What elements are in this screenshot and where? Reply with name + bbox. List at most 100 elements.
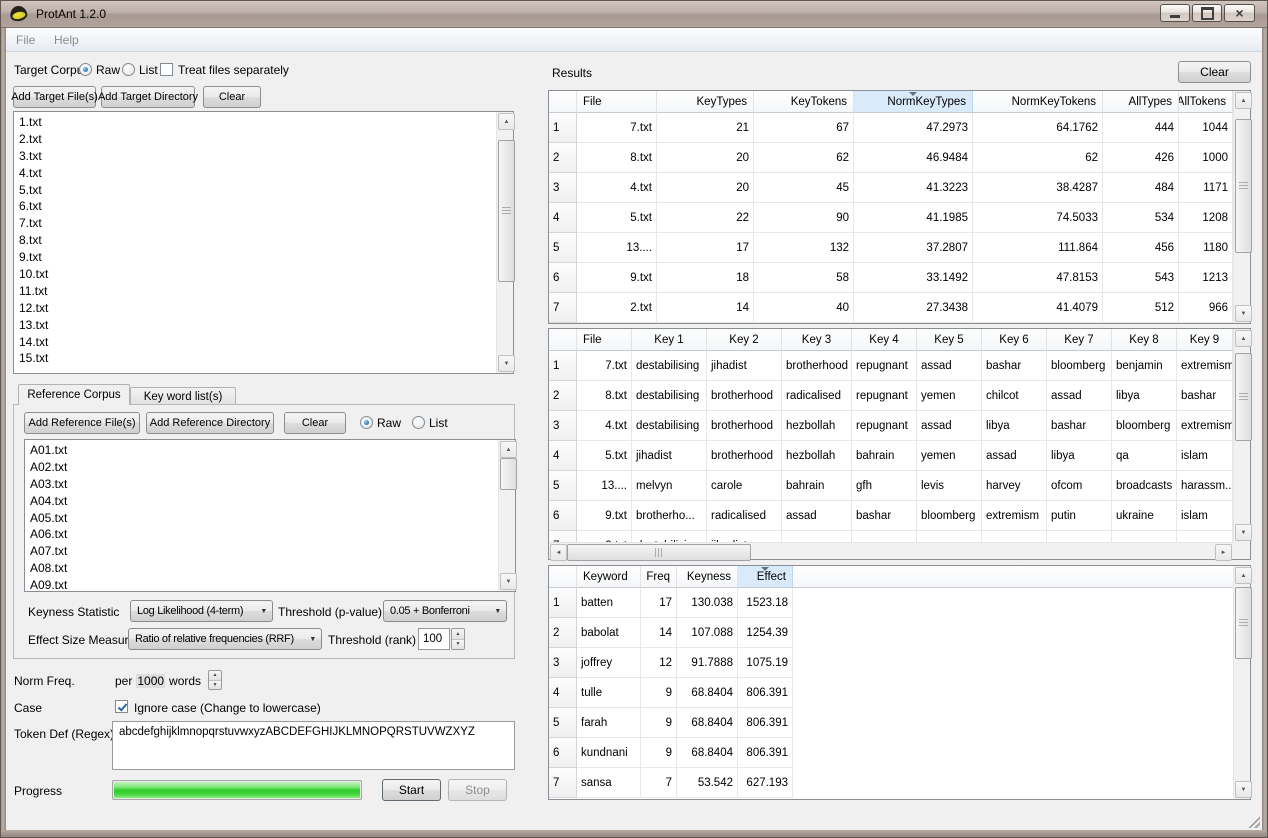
table-cell[interactable]: harassm... (1177, 471, 1233, 501)
row-number[interactable]: 3 (549, 173, 577, 203)
column-header[interactable]: Key 2 (707, 329, 782, 351)
table-cell[interactable]: 4.txt (577, 173, 657, 203)
reference-list-radio[interactable] (412, 416, 425, 429)
norm-freq-field[interactable]: per 1000 words (115, 672, 201, 690)
row-number[interactable]: 5 (549, 471, 577, 501)
add-target-files-button[interactable]: Add Target File(s) (13, 86, 96, 108)
files-table-scrollbar[interactable]: ▲ ▼ (1233, 91, 1250, 323)
table-cell[interactable]: repugnant (852, 351, 917, 381)
results-clear-button[interactable]: Clear (1178, 61, 1251, 83)
table-cell[interactable]: 41.1985 (854, 203, 973, 233)
minimize-button[interactable] (1160, 4, 1190, 22)
ignore-case-label[interactable]: Ignore case (Change to lowercase) (134, 701, 321, 715)
column-header[interactable]: Keyness (677, 566, 738, 588)
table-cell[interactable]: bashar (1047, 411, 1112, 441)
reference-clear-button[interactable]: Clear (284, 412, 346, 434)
table-cell[interactable]: hezbollah (782, 411, 852, 441)
table-cell[interactable]: 33.1492 (854, 263, 973, 293)
table-cell[interactable]: assad (1047, 381, 1112, 411)
table-cell-empty[interactable] (793, 738, 1233, 768)
file-list-item[interactable]: A06.txt (26, 526, 497, 543)
file-list-item[interactable]: A03.txt (26, 476, 497, 493)
file-list-item[interactable]: A05.txt (26, 510, 497, 527)
table-cell[interactable]: bashar (982, 351, 1047, 381)
scrollbar-thumb[interactable] (1235, 587, 1252, 659)
table-cell[interactable]: 1044 (1179, 113, 1233, 143)
table-cell[interactable]: 14 (641, 618, 677, 648)
table-cell[interactable]: 456 (1103, 233, 1179, 263)
column-header[interactable]: Freq (641, 566, 677, 588)
table-cell[interactable]: 46.9484 (854, 143, 973, 173)
table-cell[interactable]: 20 (657, 173, 754, 203)
table-row[interactable]: 28.txt206246.9484624261000 (549, 143, 1250, 173)
row-number[interactable]: 4 (549, 678, 577, 708)
table-cell[interactable]: 38.4287 (973, 173, 1103, 203)
table-cell[interactable]: 1000 (1179, 143, 1233, 173)
threshold-rank-stepper[interactable]: ▲ ▼ (451, 628, 465, 650)
row-number[interactable]: 4 (549, 203, 577, 233)
table-cell[interactable]: 1208 (1179, 203, 1233, 233)
reference-raw-label[interactable]: Raw (377, 416, 401, 430)
table-cell[interactable]: radicalised (707, 501, 782, 531)
table-cell[interactable]: 22 (657, 203, 754, 233)
table-cell[interactable]: 1523.18 (738, 588, 793, 618)
table-cell[interactable]: 9 (641, 708, 677, 738)
table-cell[interactable]: bloomberg (917, 501, 982, 531)
table-cell[interactable]: jihadist (707, 531, 782, 542)
table-cell[interactable]: putin (1047, 501, 1112, 531)
file-list-item[interactable]: 8.txt (15, 232, 495, 249)
table-cell[interactable]: 1254.39 (738, 618, 793, 648)
scrollbar-thumb[interactable] (500, 458, 517, 490)
table-cell[interactable]: repugnant (852, 381, 917, 411)
table-row[interactable]: 69.txt185833.149247.81535431213 (549, 263, 1250, 293)
table-cell[interactable]: harvey (982, 471, 1047, 501)
target-list-radio[interactable] (122, 63, 135, 76)
column-header[interactable]: KeyTokens (754, 91, 854, 113)
table-cell[interactable]: 543 (1103, 263, 1179, 293)
table-cell[interactable]: 2.txt (577, 531, 632, 542)
table-cell[interactable]: bloomberg (1112, 411, 1177, 441)
scroll-up-icon[interactable]: ▲ (1235, 330, 1252, 347)
table-cell[interactable]: 62 (973, 143, 1103, 173)
table-cell[interactable]: 1213 (1179, 263, 1233, 293)
table-cell[interactable]: 627.193 (738, 768, 793, 798)
table-cell[interactable]: ofcom (1047, 471, 1112, 501)
column-header[interactable]: File (577, 329, 632, 351)
row-number[interactable]: 7 (549, 293, 577, 323)
column-header[interactable]: AllTypes (1103, 91, 1179, 113)
header-filler[interactable] (793, 566, 1233, 588)
table-cell[interactable]: 2.txt (577, 293, 657, 323)
spin-up-icon[interactable]: ▲ (209, 671, 221, 681)
table-cell[interactable]: brotherhood (707, 381, 782, 411)
row-number[interactable]: 7 (549, 768, 577, 798)
scroll-up-icon[interactable]: ▲ (1235, 92, 1252, 109)
table-cell[interactable]: 806.391 (738, 708, 793, 738)
table-row[interactable]: 1batten17130.0381523.18 (549, 588, 1250, 618)
table-cell[interactable]: destabilising (632, 411, 707, 441)
table-cell[interactable]: 426 (1103, 143, 1179, 173)
table-cell[interactable]: 41.3223 (854, 173, 973, 203)
table-row[interactable]: 72.txtdestabilisingjihadist (549, 531, 1250, 542)
column-header[interactable]: NormKeyTypes (854, 91, 973, 113)
table-cell[interactable]: islam (1177, 501, 1233, 531)
file-list-item[interactable]: 1.txt (15, 114, 495, 131)
table-cell[interactable]: 14 (657, 293, 754, 323)
file-list-item[interactable]: A08.txt (26, 560, 497, 577)
column-header[interactable]: Key 4 (852, 329, 917, 351)
keys-table-vscrollbar[interactable]: ▲ ▼ (1233, 329, 1250, 542)
file-list-item[interactable]: 15.txt (15, 350, 495, 367)
keywords-table-scrollbar[interactable]: ▲ ▼ (1233, 566, 1250, 799)
table-cell[interactable]: bloomberg (1047, 351, 1112, 381)
threshold-pvalue-select[interactable]: 0.05 + Bonferroni ▼ (383, 600, 507, 622)
table-cell[interactable]: 806.391 (738, 738, 793, 768)
scroll-up-icon[interactable]: ▲ (500, 441, 517, 458)
table-cell[interactable]: brotherhood (782, 351, 852, 381)
file-list-item[interactable]: A04.txt (26, 493, 497, 510)
table-cell[interactable]: 41.4079 (973, 293, 1103, 323)
table-cell[interactable]: 47.2973 (854, 113, 973, 143)
treat-files-checkbox[interactable] (160, 63, 173, 76)
title-bar[interactable]: ProtAnt 1.2.0 × (0, 0, 1268, 28)
close-button[interactable]: × (1224, 4, 1255, 22)
table-row[interactable]: 34.txt204541.322338.42874841171 (549, 173, 1250, 203)
maximize-button[interactable] (1192, 4, 1222, 22)
